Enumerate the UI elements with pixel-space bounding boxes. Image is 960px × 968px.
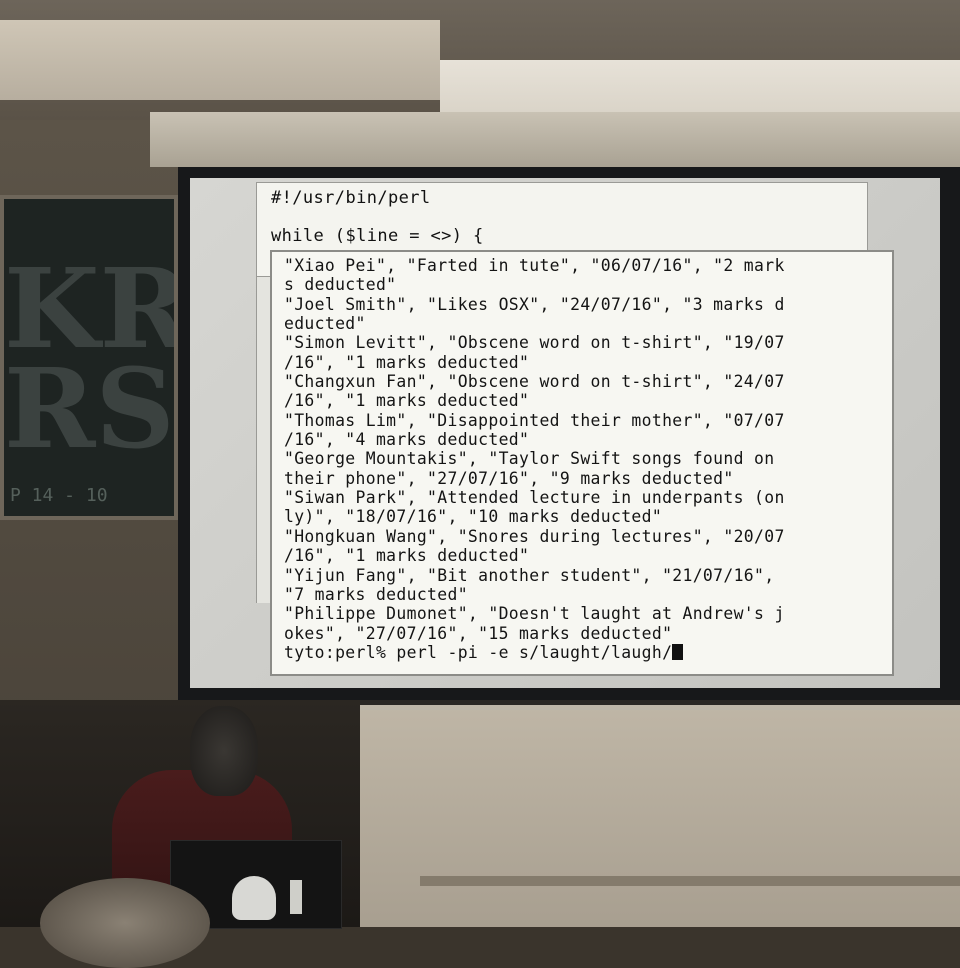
output-line: "Yijun Fang", "Bit another student", "21…	[284, 565, 775, 585]
output-line: "Siwan Park", "Attended lecture in under…	[284, 488, 785, 508]
output-line: "Xiao Pei", "Farted in tute", "06/07/16"…	[284, 256, 785, 275]
output-line: /16", "4 marks deducted"	[284, 430, 530, 450]
ceiling-panel	[440, 60, 960, 120]
code-line-shebang: #!/usr/bin/perl	[271, 188, 431, 208]
output-line: "Joel Smith", "Likes OSX", "24/07/16", "…	[284, 294, 785, 314]
shell-prompt: tyto:perl%	[284, 642, 397, 662]
code-line-while: while ($line = <>) {	[271, 226, 484, 246]
poster-footer: P 14 - 10	[10, 485, 108, 506]
poster-letters: KR RS	[4, 244, 178, 473]
lower-wall-panel	[360, 705, 960, 927]
command-line[interactable]: tyto:perl% perl -pi -e s/laught/laugh/	[284, 643, 884, 662]
output-line: "Simon Levitt", "Obscene word on t-shirt…	[284, 333, 785, 353]
ceiling-bulkhead	[0, 20, 440, 100]
laptop-sticker-small	[290, 880, 302, 914]
output-line: "George Mountakis", "Taylor Swift songs …	[284, 449, 775, 469]
wall-rail	[420, 876, 960, 886]
terminal-window-front[interactable]: "Xiao Pei", "Farted in tute", "06/07/16"…	[270, 250, 894, 676]
speaker-head	[190, 706, 258, 796]
audience-member-head	[40, 878, 210, 968]
output-line: "Hongkuan Wang", "Snores during lectures…	[284, 526, 785, 546]
output-line: "7 marks deducted"	[284, 584, 468, 604]
terminal-window-back-edge	[256, 277, 271, 603]
output-line: /16", "1 marks deducted"	[284, 391, 530, 411]
command-input[interactable]: perl -pi -e s/laught/laugh/	[396, 643, 672, 662]
output-line: their phone", "27/07/16", "9 marks deduc…	[284, 468, 734, 488]
output-line: okes", "27/07/16", "15 marks deducted"	[284, 623, 673, 643]
output-line: ly)", "18/07/16", "10 marks deducted"	[284, 507, 663, 527]
output-line: "Philippe Dumonet", "Doesn't laught at A…	[284, 604, 785, 624]
output-line: /16", "1 marks deducted"	[284, 546, 530, 566]
output-line: "Changxun Fan", "Obscene word on t-shirt…	[284, 372, 785, 392]
wall-poster: KR RS P 14 - 10	[0, 195, 178, 520]
output-line: s deducted"	[284, 275, 397, 295]
terminal-output: "Xiao Pei", "Farted in tute", "06/07/16"…	[284, 256, 884, 662]
output-line: educted"	[284, 314, 366, 334]
laptop-sticker	[232, 876, 276, 920]
screen-housing	[150, 112, 960, 167]
text-cursor	[672, 643, 684, 660]
output-line: "Thomas Lim", "Disappointed their mother…	[284, 410, 785, 430]
output-line: /16", "1 marks deducted"	[284, 352, 530, 372]
